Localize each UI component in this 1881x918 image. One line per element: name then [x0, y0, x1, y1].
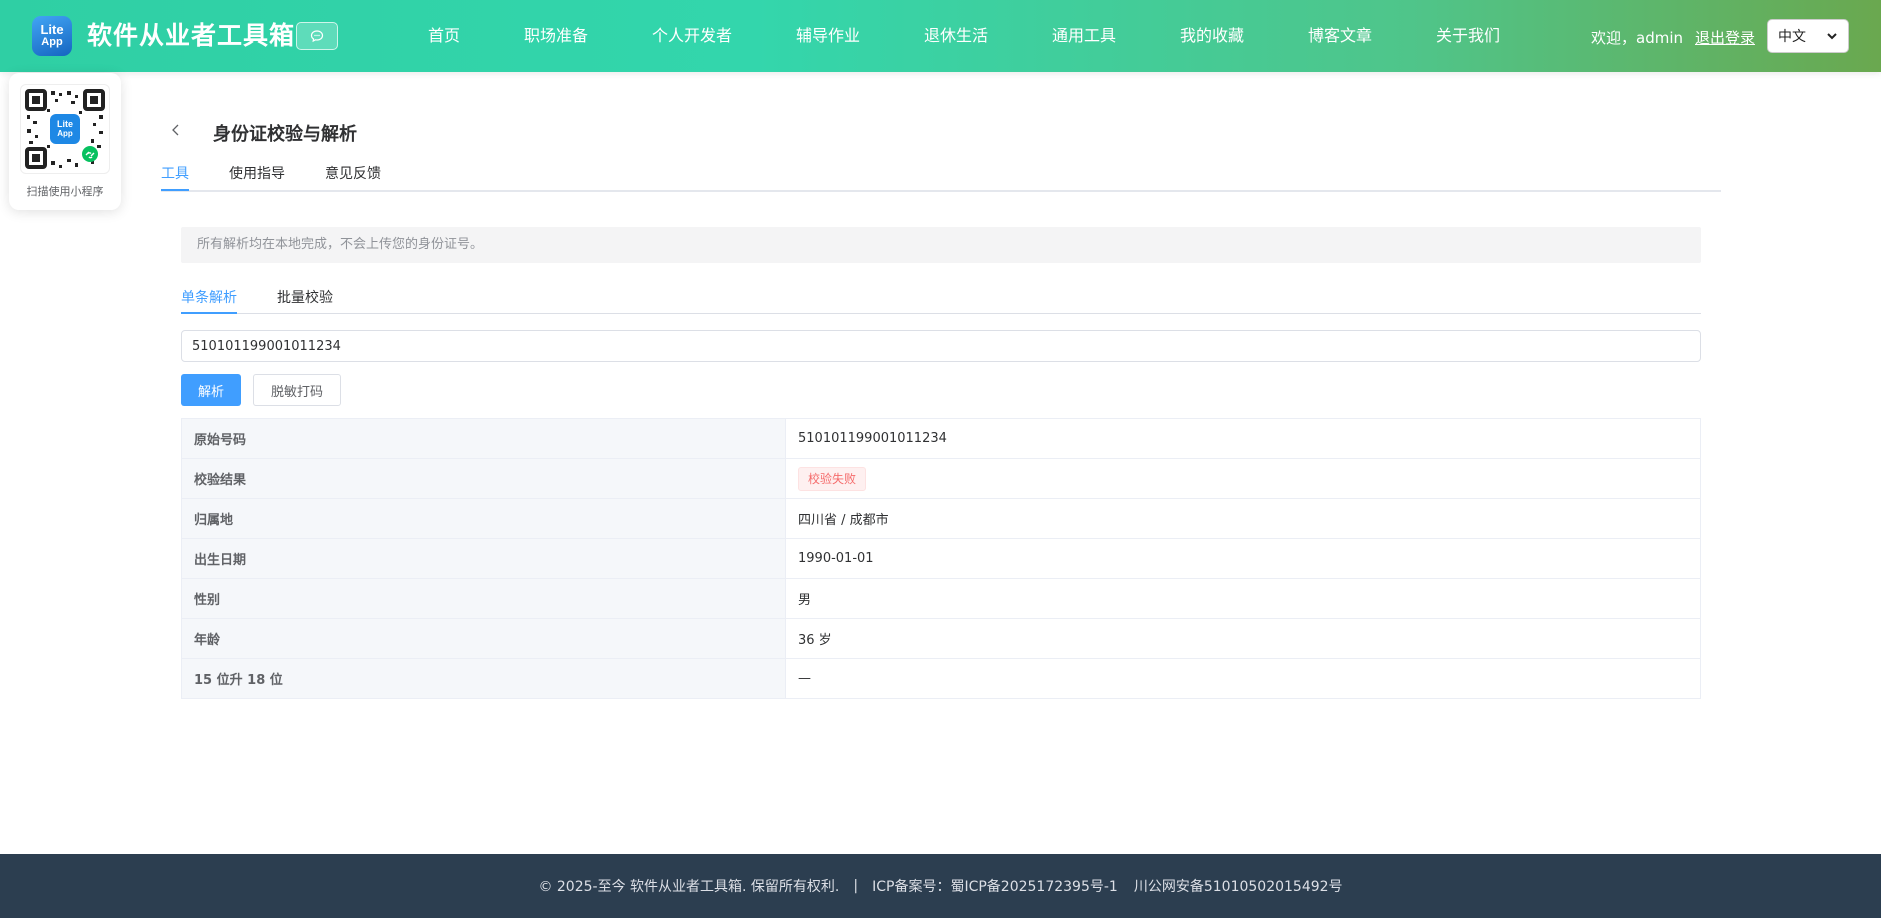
footer-copyright: © 2025-至今 软件从业者工具箱. 保留所有权利. — [538, 879, 840, 895]
nav-blog[interactable]: 博客文章 — [1308, 0, 1372, 72]
subtabs-divider — [181, 313, 1701, 314]
nav-favorites[interactable]: 我的收藏 — [1180, 0, 1244, 72]
welcome-text: 欢迎，admin — [1591, 29, 1683, 47]
result-value: 男 — [785, 578, 1701, 619]
tab-usage-guide[interactable]: 使用指导 — [229, 163, 285, 183]
mini-program-qr-card: Lite App 扫描使用小程序 — [9, 73, 121, 210]
footer-icp-link[interactable]: ICP备案号：蜀ICP备2025172395号-1 — [872, 876, 1118, 896]
qr-logo-text-top: Lite — [57, 119, 73, 129]
table-row: 原始号码 510101199001011234 — [181, 418, 1701, 459]
chat-bubble-icon — [310, 30, 324, 43]
nav-career-prep[interactable]: 职场准备 — [524, 0, 588, 72]
tab-tool[interactable]: 工具 — [161, 163, 189, 183]
qr-logo-text-bottom: App — [57, 129, 73, 138]
result-key: 15 位升 18 位 — [181, 658, 786, 699]
qr-code-icon: Lite App — [25, 89, 105, 169]
result-value: 510101199001011234 — [785, 418, 1701, 459]
chevron-down-icon — [1827, 33, 1837, 40]
subtab-single-parse[interactable]: 单条解析 — [181, 287, 237, 307]
result-value: — — [785, 658, 1701, 699]
language-select[interactable]: 中文 — [1767, 19, 1849, 53]
qr-code-image: Lite App — [20, 84, 110, 174]
mask-button[interactable]: 脱敏打码 — [253, 374, 341, 406]
logo-text-bottom: App — [41, 36, 63, 48]
nav-homework-help[interactable]: 辅导作业 — [796, 0, 860, 72]
nav-retirement[interactable]: 退休生活 — [924, 0, 988, 72]
logo-text-top: Lite — [40, 22, 64, 37]
nav-indie-developer[interactable]: 个人开发者 — [652, 0, 732, 72]
logout-link[interactable]: 退出登录 — [1695, 27, 1755, 48]
result-key: 校验结果 — [181, 458, 786, 499]
subtab-batch-verify[interactable]: 批量校验 — [277, 287, 333, 307]
result-key: 性别 — [181, 578, 786, 619]
result-table: 原始号码 510101199001011234 校验结果 校验失败 归属地 四川… — [181, 418, 1701, 699]
status-badge: 校验失败 — [798, 466, 867, 491]
active-tab-indicator — [161, 189, 189, 191]
result-value: 1990-01-01 — [785, 538, 1701, 579]
nav-general-tools[interactable]: 通用工具 — [1052, 0, 1116, 72]
nav-home[interactable]: 首页 — [428, 0, 460, 72]
page-title: 身份证校验与解析 — [213, 124, 357, 145]
nav-about[interactable]: 关于我们 — [1436, 0, 1500, 72]
tab-feedback[interactable]: 意见反馈 — [325, 163, 381, 183]
table-row: 出生日期 1990-01-01 — [181, 538, 1701, 579]
table-row: 年龄 36 岁 — [181, 618, 1701, 659]
tabs-divider — [161, 190, 1721, 192]
result-key: 归属地 — [181, 498, 786, 539]
result-key: 年龄 — [181, 618, 786, 659]
table-row: 性别 男 — [181, 578, 1701, 619]
privacy-notice: 所有解析均在本地完成，不会上传您的身份证号。 — [181, 227, 1701, 263]
site-logo[interactable]: Lite App — [32, 16, 72, 56]
parse-button[interactable]: 解析 — [181, 374, 241, 406]
feedback-chat-button[interactable] — [296, 22, 338, 50]
qr-caption: 扫描使用小程序 — [26, 185, 104, 198]
back-arrow-icon[interactable] — [168, 122, 184, 138]
result-value: 36 岁 — [785, 618, 1701, 659]
site-title[interactable]: 软件从业者工具箱 — [87, 19, 295, 53]
id-number-input[interactable] — [181, 330, 1701, 362]
footer-separator: | — [853, 878, 859, 894]
footer-police-record-link[interactable]: 川公网安备51010502015492号 — [1134, 876, 1343, 896]
result-key: 原始号码 — [181, 418, 786, 459]
result-key: 出生日期 — [181, 538, 786, 579]
table-row: 归属地 四川省 / 成都市 — [181, 498, 1701, 539]
result-value-cell: 校验失败 — [785, 458, 1701, 499]
table-row: 校验结果 校验失败 — [181, 458, 1701, 499]
active-subtab-indicator — [181, 312, 237, 314]
language-selected-value: 中文 — [1778, 29, 1806, 45]
table-row: 15 位升 18 位 — — [181, 658, 1701, 699]
site-footer: © 2025-至今 软件从业者工具箱. 保留所有权利. | ICP备案号：蜀IC… — [0, 854, 1881, 918]
result-value: 四川省 / 成都市 — [785, 498, 1701, 539]
top-header: Lite App 软件从业者工具箱 首页 职场准备 个人开发者 辅导作业 退休生… — [0, 0, 1881, 72]
